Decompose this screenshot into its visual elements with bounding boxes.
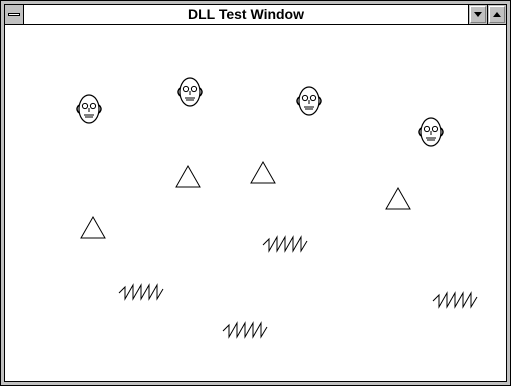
drawing-canvas xyxy=(76,77,478,338)
zigzag-shape xyxy=(222,322,268,338)
minimize-button[interactable] xyxy=(468,5,487,24)
face-icon xyxy=(76,94,102,124)
zigzag-shape xyxy=(262,236,308,252)
minimize-arrow-icon xyxy=(474,12,482,17)
face-icon xyxy=(418,117,444,147)
triangle-shape xyxy=(250,161,276,184)
maximize-arrow-icon xyxy=(493,12,501,17)
title-bar[interactable]: DLL Test Window xyxy=(5,5,506,25)
dll-test-window: DLL Test Window xyxy=(0,0,511,386)
triangle-shape xyxy=(385,187,411,210)
zigzag-shape xyxy=(118,284,164,300)
face-icon xyxy=(177,77,203,107)
triangle-shape xyxy=(80,216,106,239)
window-title: DLL Test Window xyxy=(187,6,304,22)
maximize-button[interactable] xyxy=(487,5,506,24)
face-icon xyxy=(296,86,322,116)
zigzag-shape xyxy=(432,292,478,308)
system-menu-button[interactable] xyxy=(5,5,24,24)
triangle-shape xyxy=(175,165,201,188)
system-menu-icon xyxy=(8,13,20,16)
client-area[interactable] xyxy=(5,25,506,381)
